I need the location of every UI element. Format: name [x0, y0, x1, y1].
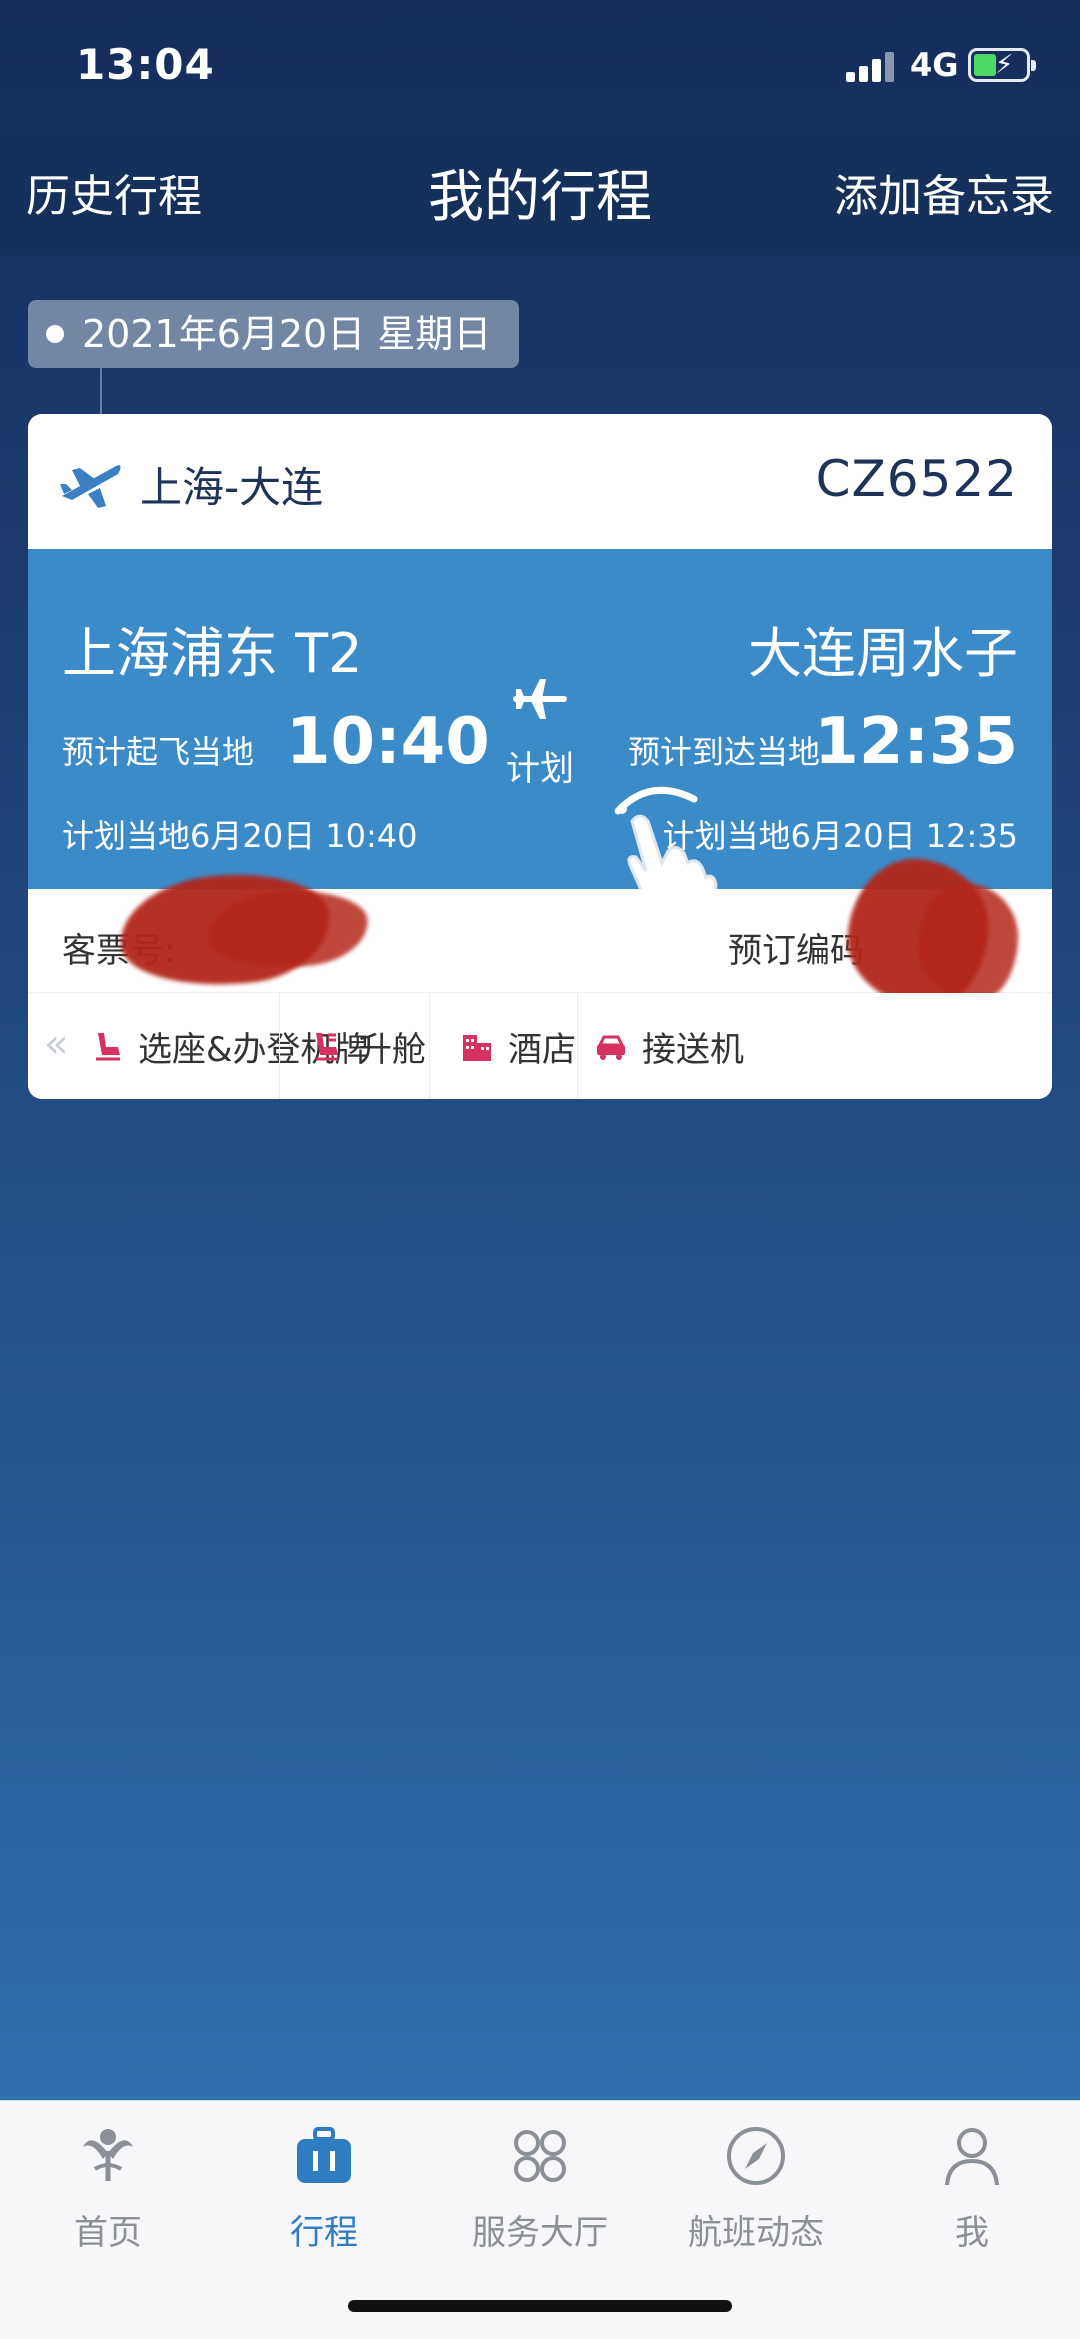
action-divider: [429, 993, 430, 1099]
tab-service-hall[interactable]: 服务大厅: [432, 2121, 648, 2254]
trip-card[interactable]: 上海-大连 CZ6522 上海浦东 T2 大连周水子 预计起飞当地 10:40 …: [28, 414, 1052, 1099]
arrival-time: 12:35: [814, 705, 1018, 779]
arrival-airport: 大连周水子: [748, 622, 1018, 685]
car-icon: [597, 1035, 625, 1060]
signal-icon: [846, 50, 896, 82]
action-label: 升舱: [358, 1029, 426, 1070]
action-label: 接送机: [642, 1029, 744, 1070]
flight-number: CZ6522: [815, 450, 1018, 508]
nav-bar: 我的行程 历史行程 添加备忘录: [0, 130, 1080, 255]
home-logo-icon: [83, 2129, 133, 2181]
action-label: 酒店: [508, 1029, 576, 1070]
home-indicator: [348, 2300, 732, 2312]
tab-label: 行程: [290, 2213, 358, 2253]
upgrade-button[interactable]: 升舱: [310, 993, 426, 1099]
status-bar: 13:04 4G ⚡: [0, 0, 1080, 130]
booking-reference-row: 客票号: 预订编码: [28, 854, 1052, 1012]
luggage-icon: [297, 2127, 351, 2183]
scroll-left-icon[interactable]: «: [44, 1021, 68, 1067]
trip-actions: « 选座&办登机牌 升舱 酒店 接送机: [28, 993, 1052, 1099]
flight-direction-icon: [513, 679, 567, 719]
timeline-line: [100, 368, 102, 416]
departure-scheduled: 计划当地6月20日 10:40: [62, 817, 418, 855]
timeline-dot-icon: [46, 325, 64, 343]
tab-label: 首页: [74, 2213, 142, 2253]
tab-label: 服务大厅: [472, 2213, 608, 2253]
date-text: 2021年6月20日 星期日: [82, 312, 492, 356]
trip-card-header: 上海-大连 CZ6522: [28, 414, 1052, 549]
arrival-time-label: 预计到达当地: [628, 733, 821, 771]
tab-me[interactable]: 我: [864, 2121, 1080, 2254]
service-grid-icon: [514, 2130, 566, 2182]
action-divider: [279, 993, 280, 1099]
tab-home[interactable]: 首页: [0, 2121, 216, 2254]
network-type: 4G: [910, 46, 959, 84]
date-label: 2021年6月20日 星期日: [28, 300, 520, 368]
history-trips-button[interactable]: 历史行程: [26, 160, 202, 224]
route-title: 上海-大连: [140, 463, 324, 512]
tab-trips[interactable]: 行程: [216, 2121, 432, 2254]
airplane-icon: [60, 465, 121, 508]
battery-icon: ⚡: [968, 48, 1036, 82]
upgrade-seat-icon: [316, 1033, 338, 1061]
person-icon: [945, 2128, 999, 2186]
add-memo-button[interactable]: 添加备忘录: [834, 160, 1054, 224]
tab-flight-status[interactable]: 航班动态: [648, 2121, 864, 2254]
departure-airport: 上海浦东 T2: [62, 622, 363, 685]
tab-label: 我: [955, 2213, 989, 2253]
hotel-button[interactable]: 酒店: [460, 993, 576, 1099]
hotel-icon: [463, 1035, 491, 1061]
status-time: 13:04: [76, 40, 215, 89]
compass-icon: [727, 2127, 785, 2185]
tab-label: 航班动态: [688, 2213, 824, 2253]
action-divider: [577, 993, 578, 1099]
redaction-mark: [918, 883, 1018, 1001]
airport-transfer-button[interactable]: 接送机: [594, 993, 744, 1099]
flight-details: 上海浦东 T2 大连周水子 预计起飞当地 10:40 计划 预计到达当地 12:…: [28, 549, 1052, 921]
seat-icon: [96, 1033, 120, 1061]
booking-code-label: 预订编码: [728, 931, 864, 971]
